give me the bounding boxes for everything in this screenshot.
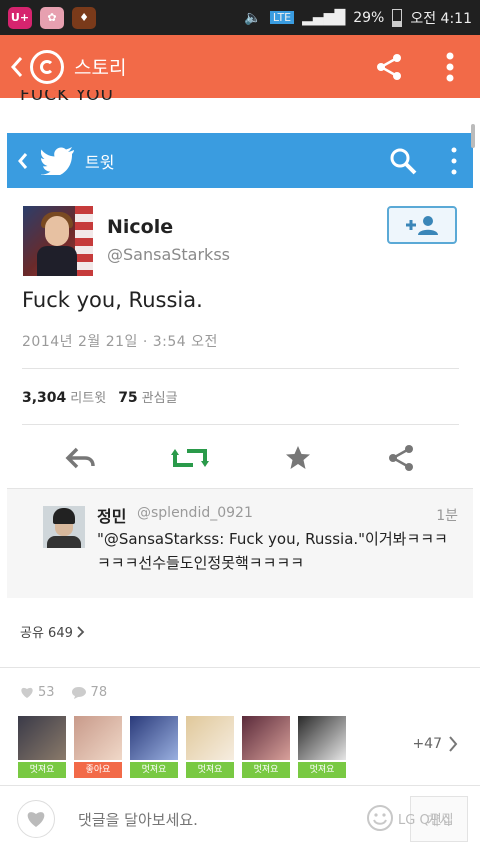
reaction-counts: 53 78 — [20, 685, 107, 700]
reply-author-name[interactable]: 정민 — [97, 503, 126, 527]
tweet-date: 2014년 2월 21일 · 3:54 오전 — [22, 334, 218, 350]
chevron-right-icon — [77, 625, 85, 638]
reply-author-handle[interactable]: @splendid_0921 — [137, 505, 253, 521]
comment-input[interactable] — [78, 806, 358, 834]
retweet-label: 리트윗 — [70, 391, 107, 406]
reply-tweet: 정민 @splendid_0921 1분 "@SansaStarkss: Fuc… — [7, 488, 473, 598]
twitter-header: 트윗 — [7, 133, 473, 188]
liker-avatar[interactable]: 멋져요 — [130, 716, 178, 778]
favorite-count: 75 — [118, 390, 138, 406]
liker-avatar[interactable]: 멋져요 — [186, 716, 234, 778]
smiley-icon — [367, 805, 393, 831]
tweet-share-icon[interactable] — [387, 444, 415, 472]
comment-count: 78 — [90, 685, 108, 700]
like-button[interactable] — [17, 800, 55, 838]
twitter-search-icon[interactable] — [389, 147, 417, 175]
heart-icon — [21, 687, 33, 698]
twitter-back-icon[interactable] — [17, 152, 29, 170]
back-icon[interactable] — [10, 56, 24, 78]
signal-icon: ▂▄▆█ — [302, 9, 346, 26]
story-text-fragment: FUCK YOU — [20, 90, 114, 104]
add-user-icon — [406, 216, 438, 235]
app-title: 스토리 — [74, 57, 127, 79]
more-likers-count: +47 — [412, 736, 442, 752]
battery-icon — [392, 8, 403, 27]
divider — [0, 667, 480, 668]
retweet-icon[interactable] — [171, 445, 209, 471]
clock: 오전 4:11 — [410, 10, 472, 27]
rose-app-icon: ✿ — [40, 6, 64, 29]
tweet-stats: 3,304 리트윗 75 관심글 — [22, 387, 178, 406]
liker-avatar[interactable]: 좋아요 — [74, 716, 122, 778]
share-icon[interactable] — [374, 52, 404, 82]
liker-tag: 멋져요 — [18, 762, 66, 778]
twitter-bird-icon — [41, 146, 74, 175]
tweet-author-name[interactable]: Nicole — [107, 216, 173, 238]
reply-text: "@SansaStarkss: Fuck you, Russia."이거봐ㅋㅋㅋ… — [97, 530, 448, 572]
tweet-card: Nicole @SansaStarkss Fuck you, Russia. 2… — [7, 188, 473, 598]
tweet-avatar[interactable] — [23, 206, 93, 276]
share-count[interactable]: 공유 649 — [20, 622, 85, 641]
reply-time: 1분 — [436, 508, 458, 524]
watermark-text: LG Q편집 — [398, 812, 454, 828]
carrier-icon: U+ — [8, 6, 32, 29]
divider — [22, 368, 459, 369]
reply-avatar[interactable] — [43, 506, 85, 548]
liker-tag: 멋져요 — [130, 762, 178, 778]
more-likers-button[interactable]: +47 — [412, 736, 458, 752]
liker-tag: 좋아요 — [74, 762, 122, 778]
comment-bubble-icon — [71, 687, 86, 699]
liker-tag: 멋져요 — [298, 762, 346, 778]
story-logo-icon — [30, 49, 64, 84]
liker-avatar[interactable]: 멋져요 — [18, 716, 66, 778]
divider — [22, 424, 459, 425]
reply-icon[interactable] — [65, 446, 95, 470]
favorite-label: 관심글 — [141, 391, 178, 406]
battery-label: 29% — [353, 9, 385, 26]
scrollbar[interactable] — [471, 124, 475, 148]
like-count: 53 — [38, 685, 55, 700]
volume-icon: 🔈 — [244, 9, 262, 26]
app-bar: 스토리 — [0, 35, 480, 98]
like-count-group[interactable]: 53 — [20, 685, 55, 700]
network-label: LTE — [269, 11, 295, 24]
share-label: 공유 649 — [20, 626, 73, 641]
chevron-right-icon — [449, 736, 458, 752]
twitter-more-icon[interactable] — [451, 147, 457, 175]
status-bar: U+ ✿ ♦ 🔈 LTE ▂▄▆█ 29% 오전 4:11 — [0, 0, 480, 35]
watermark: LG Q편집 — [366, 804, 454, 832]
tweet-text: Fuck you, Russia. — [22, 288, 203, 312]
likers-list: 멋져요 좋아요 멋져요 멋져요 멋져요 멋져요 — [18, 716, 346, 778]
twitter-title: 트윗 — [85, 152, 115, 172]
liker-avatar[interactable]: 멋져요 — [242, 716, 290, 778]
liker-tag: 멋져요 — [186, 762, 234, 778]
comment-count-group[interactable]: 78 — [71, 685, 108, 700]
liker-avatar[interactable]: 멋져요 — [298, 716, 346, 778]
liker-tag: 멋져요 — [242, 762, 290, 778]
more-menu-icon[interactable] — [446, 52, 454, 82]
tweet-actions — [7, 438, 473, 478]
tweet-author-handle[interactable]: @SansaStarkss — [107, 245, 230, 264]
game-app-icon: ♦ — [72, 6, 96, 29]
heart-icon — [27, 812, 45, 827]
retweet-count: 3,304 — [22, 390, 67, 406]
favorite-star-icon[interactable] — [285, 445, 311, 471]
follow-button[interactable] — [387, 206, 457, 244]
